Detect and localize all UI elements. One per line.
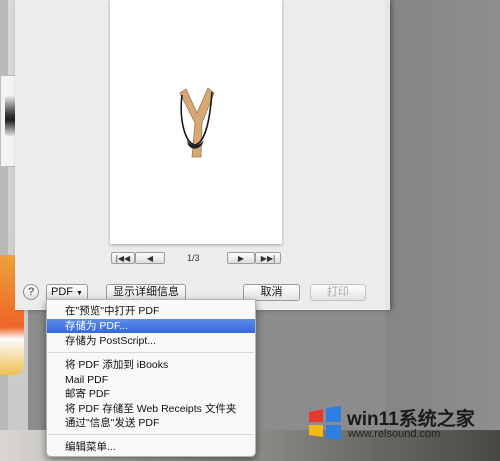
watermark-title: win11系统之家 (347, 409, 475, 430)
last-page-button[interactable]: ▶▶| (255, 252, 281, 264)
next-page-button[interactable]: ▶ (227, 252, 255, 264)
pdf-dropdown-menu: 在"预览"中打开 PDF 存储为 PDF... 存储为 PostScript..… (46, 299, 256, 457)
windows-logo-icon (309, 406, 341, 440)
previous-page-button[interactable]: ◀ (135, 252, 165, 264)
menu-item-save-as-postscript[interactable]: 存储为 PostScript... (47, 334, 255, 348)
pdf-button-label: PDF (51, 286, 74, 298)
print-preview-page (110, 0, 282, 244)
menu-item-edit-menu[interactable]: 编辑菜单... (47, 440, 255, 454)
desktop-area (385, 0, 500, 430)
page-indicator: 1/3 (187, 253, 200, 263)
menu-separator (48, 434, 254, 435)
chevron-down-icon: ▼ (76, 290, 83, 297)
help-button[interactable]: ? (23, 284, 39, 300)
menu-item-mail-pdf[interactable]: Mail PDF (47, 373, 255, 387)
print-button[interactable]: 打印 (310, 284, 366, 301)
menu-item-add-to-ibooks[interactable]: 将 PDF 添加到 iBooks (47, 358, 255, 372)
menu-item-email-pdf[interactable]: 邮寄 PDF (47, 387, 255, 401)
menu-item-send-via-messages[interactable]: 通过"信息"发送 PDF (47, 416, 255, 430)
slingshot-image (179, 87, 215, 158)
menu-item-save-as-pdf[interactable]: 存储为 PDF... (47, 319, 255, 333)
print-dialog: |◀◀ ◀ 1/3 ▶ ▶▶| ? PDF ▼ 显示详细信息 取消 打印 (15, 0, 385, 310)
menu-item-open-in-preview[interactable]: 在"预览"中打开 PDF (47, 304, 255, 318)
menu-item-save-to-web-receipts[interactable]: 将 PDF 存储至 Web Receipts 文件夹 (47, 402, 255, 416)
watermark-url: www.relsound.com (348, 428, 441, 440)
watermark: win11系统之家 www.relsound.com (305, 402, 497, 444)
menu-separator (48, 352, 254, 353)
background-window-edge (0, 0, 8, 461)
first-page-button[interactable]: |◀◀ (111, 252, 135, 264)
